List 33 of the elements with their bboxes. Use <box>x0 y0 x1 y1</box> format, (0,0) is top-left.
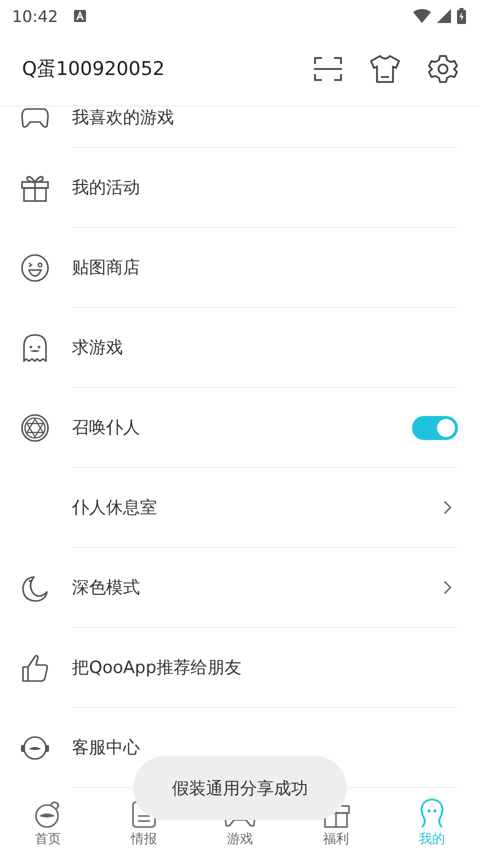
scan-icon[interactable] <box>314 56 342 82</box>
battery-icon <box>457 8 466 24</box>
status-time: 10:42 <box>12 6 58 26</box>
tab-item[interactable]: 首页 <box>0 794 96 852</box>
wifi-icon <box>413 9 431 23</box>
chevron-right-icon <box>443 580 452 595</box>
share-toast: 假装通用分享成功 <box>133 756 347 820</box>
notification-icon <box>74 10 86 22</box>
gift-icon <box>21 174 49 202</box>
star-of-david-icon <box>21 414 49 442</box>
moon-icon <box>21 574 49 602</box>
shirt-icon[interactable] <box>370 54 400 82</box>
gamepad-icon <box>21 106 49 128</box>
menu-label[interactable]: 我喜欢的游戏 <box>72 106 174 128</box>
menu-label[interactable]: 把QooApp推荐给朋友 <box>72 656 242 679</box>
smiley-icon <box>21 254 49 282</box>
mustache-face-icon <box>34 800 62 828</box>
thumbs-up-icon <box>21 654 49 682</box>
ghost-icon <box>22 334 48 362</box>
menu-label[interactable]: 仆人休息室 <box>72 496 157 519</box>
ghost-face-icon <box>418 798 446 828</box>
menu-label[interactable]: 召唤仆人 <box>72 416 140 439</box>
toggle-switch[interactable] <box>412 416 458 440</box>
headset-icon <box>20 734 50 762</box>
menu-label[interactable]: 求游戏 <box>72 336 123 359</box>
menu-label[interactable]: 深色模式 <box>72 576 140 599</box>
settings-icon[interactable] <box>428 54 458 84</box>
menu-label[interactable]: 贴图商店 <box>72 256 140 279</box>
chevron-right-icon <box>443 500 452 515</box>
menu-label[interactable]: 客服中心 <box>72 736 140 759</box>
menu-label[interactable]: 我的活动 <box>72 176 140 199</box>
signal-icon <box>437 9 451 23</box>
account-title: Q蛋100920052 <box>22 56 165 82</box>
